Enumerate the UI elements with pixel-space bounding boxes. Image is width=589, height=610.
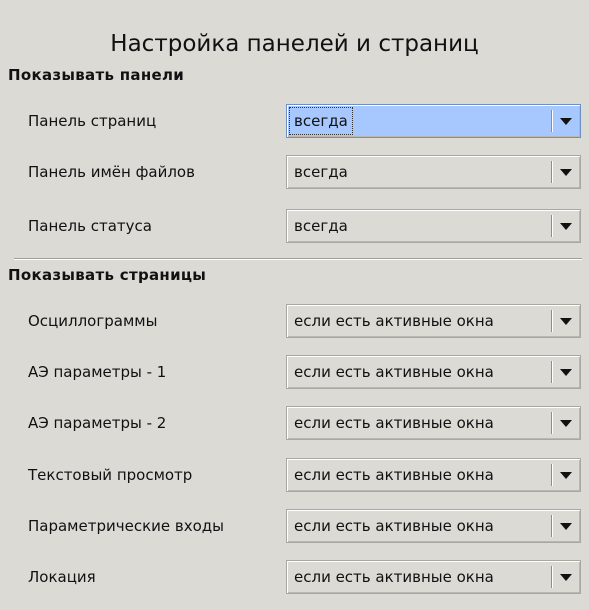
combo-separator: [551, 161, 552, 183]
status-panel-value: всегда: [294, 217, 348, 235]
combo-separator: [551, 566, 552, 588]
text-view-value: если есть активные окна: [294, 466, 494, 484]
oscillograms-select[interactable]: если есть активные окна: [286, 304, 581, 338]
combo-separator: [551, 361, 552, 383]
combo-separator: [551, 515, 552, 537]
oscillograms-label: Осциллограммы: [28, 312, 158, 330]
text-view-label: Текстовый просмотр: [28, 466, 193, 484]
parametric-inputs-value: если есть активные окна: [294, 517, 494, 535]
oscillograms-value: если есть активные окна: [294, 312, 494, 330]
chevron-down-icon[interactable]: [555, 164, 577, 180]
ae-params-2-label: АЭ параметры - 2: [28, 414, 167, 432]
page-title: Настройка панелей и страниц: [110, 31, 479, 57]
status-panel-select[interactable]: всегда: [286, 209, 581, 243]
chevron-down-icon[interactable]: [555, 113, 577, 129]
row-filename-panel: Панель имён файлов всегда: [0, 155, 589, 189]
row-location: Локация если есть активные окна: [0, 560, 589, 594]
combo-separator: [551, 412, 552, 434]
row-text-view: Текстовый просмотр если есть активные ок…: [0, 458, 589, 492]
parametric-inputs-select[interactable]: если есть активные окна: [286, 509, 581, 543]
chevron-down-icon[interactable]: [555, 467, 577, 483]
chevron-down-icon[interactable]: [555, 364, 577, 380]
chevron-down-icon[interactable]: [555, 569, 577, 585]
filename-panel-value: всегда: [294, 163, 348, 181]
ae-params-1-select[interactable]: если есть активные окна: [286, 355, 581, 389]
page-panel-value: всегда: [289, 107, 353, 135]
chevron-down-icon[interactable]: [555, 518, 577, 534]
chevron-down-icon[interactable]: [555, 313, 577, 329]
parametric-inputs-label: Параметрические входы: [28, 517, 224, 535]
row-ae-params-2: АЭ параметры - 2 если есть активные окна: [0, 406, 589, 440]
section-divider: [14, 258, 582, 260]
location-label: Локация: [28, 568, 96, 586]
ae-params-2-select[interactable]: если есть активные окна: [286, 406, 581, 440]
ae-params-2-value: если есть активные окна: [294, 414, 494, 432]
row-page-panel: Панель страниц всегда: [0, 104, 589, 138]
ae-params-1-value: если есть активные окна: [294, 363, 494, 381]
combo-separator: [551, 110, 552, 132]
panels-section-heading: Показывать панели: [8, 66, 185, 84]
status-panel-label: Панель статуса: [28, 217, 152, 235]
location-select[interactable]: если есть активные окна: [286, 560, 581, 594]
row-parametric-inputs: Параметрические входы если есть активные…: [0, 509, 589, 543]
ae-params-1-label: АЭ параметры - 1: [28, 363, 167, 381]
row-oscillograms: Осциллограммы если есть активные окна: [0, 304, 589, 338]
filename-panel-select[interactable]: всегда: [286, 155, 581, 189]
chevron-down-icon[interactable]: [555, 218, 577, 234]
filename-panel-label: Панель имён файлов: [28, 163, 195, 181]
page-panel-select[interactable]: всегда: [286, 104, 581, 138]
combo-separator: [551, 310, 552, 332]
chevron-down-icon[interactable]: [555, 415, 577, 431]
combo-separator: [551, 215, 552, 237]
text-view-select[interactable]: если есть активные окна: [286, 458, 581, 492]
combo-separator: [551, 464, 552, 486]
row-ae-params-1: АЭ параметры - 1 если есть активные окна: [0, 355, 589, 389]
page-panel-label: Панель страниц: [28, 112, 157, 130]
pages-section-heading: Показывать страницы: [8, 266, 207, 284]
location-value: если есть активные окна: [294, 568, 494, 586]
row-status-panel: Панель статуса всегда: [0, 209, 589, 243]
